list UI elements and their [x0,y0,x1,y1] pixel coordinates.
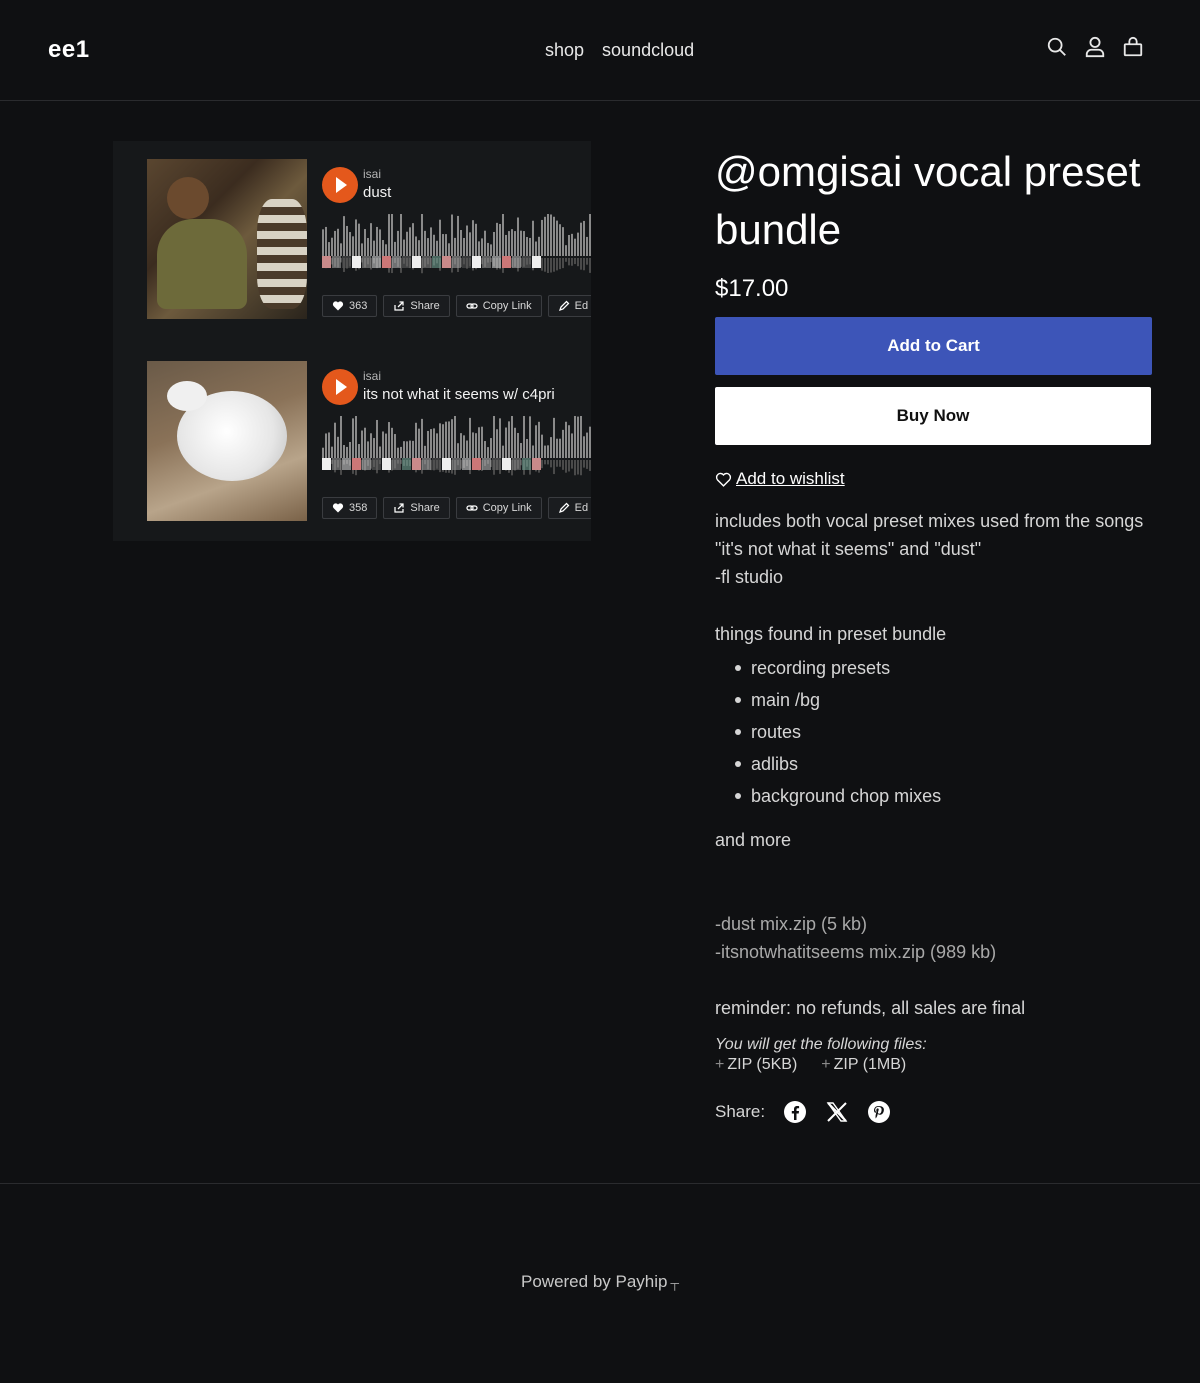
link-icon [466,505,478,511]
track-title[interactable]: dust [363,184,391,201]
track-artist[interactable]: isai [363,167,381,181]
file-list: + ZIP (5KB) + ZIP (1MB) [715,1056,1165,1074]
file-label: ZIP (1MB) [833,1056,907,1073]
found-list: recording presets main /bg routes adlibs… [735,652,1165,812]
copy-link-button[interactable]: Copy Link [455,295,542,317]
edit-button[interactable]: Ed [547,497,591,519]
powered-by-link[interactable]: Powered by Payhip [521,1272,667,1291]
site-header: ee1 shop soundcloud [0,0,1200,101]
list-item: main /bg [735,684,1165,716]
desc-line: -fl studio [715,567,784,587]
track-actions: 363 Share Copy Link Ed [322,295,591,317]
cart-icon[interactable] [1122,36,1144,60]
files-heading: You will get the following files: [715,1036,927,1053]
copy-link-label: Copy Link [482,502,532,514]
heart-icon [332,301,344,311]
file-item: + ZIP (5KB) [715,1056,797,1074]
track-artwork[interactable] [147,159,307,319]
comment-thumbnails [322,458,591,472]
link-icon [466,303,478,309]
nav-shop[interactable]: shop [545,40,584,61]
powered-by: Powered by Payhip ┬ [0,1272,1200,1292]
heart-icon [332,503,344,513]
plus-icon: + [715,1056,725,1073]
share-icon [394,503,404,513]
like-count: 358 [349,502,368,514]
file-item: + ZIP (1MB) [821,1056,906,1074]
track-artwork[interactable] [147,361,307,521]
comment-thumbnails [322,256,591,270]
soundcloud-track: isai its not what it seems w/ c4pri 358 … [147,361,591,521]
file-line: -dust mix.zip (5 kb) [715,914,868,934]
edit-button[interactable]: Ed [547,295,591,317]
heart-outline-icon [715,472,732,487]
nav-soundcloud[interactable]: soundcloud [602,40,694,61]
pencil-icon [558,502,570,513]
product-description: includes both vocal preset mixes used fr… [715,507,1165,1022]
product-price: $17.00 [715,275,789,302]
pencil-icon [558,300,570,311]
main-nav: shop soundcloud [545,40,694,61]
account-icon[interactable] [1084,36,1106,60]
share-bar: Share: [715,1100,1165,1124]
product-details: @omgisai vocal preset bundle $17.00 Add … [715,141,1165,1124]
payhip-logo-icon: ┬ [670,1276,679,1290]
file-label: ZIP (5KB) [727,1056,798,1073]
like-count: 363 [349,300,368,312]
track-title[interactable]: its not what it seems w/ c4pri [363,386,555,403]
desc-line: includes both vocal preset mixes used fr… [715,511,1144,559]
edit-label: Ed [574,300,589,312]
like-button[interactable]: 363 [322,295,378,317]
share-label: Share: [715,1102,766,1121]
list-item: adlibs [735,748,1165,780]
play-button[interactable] [322,369,358,405]
copy-link-button[interactable]: Copy Link [455,497,542,519]
list-item: routes [735,716,1165,748]
site-logo[interactable]: ee1 [48,36,90,64]
x-twitter-icon[interactable] [825,1100,849,1124]
buy-now-button[interactable]: Buy Now [715,387,1151,445]
plus-icon: + [821,1056,831,1073]
list-item: recording presets [735,652,1165,684]
product-media: isai dust 363 Share Copy Link Ed isai it… [113,141,591,541]
pinterest-icon[interactable] [867,1100,891,1124]
add-to-wishlist-link[interactable]: Add to wishlist [715,469,1165,489]
track-artist[interactable]: isai [363,369,381,383]
footer-divider [0,1183,1200,1184]
found-heading: things found in preset bundle [715,624,947,644]
share-button[interactable]: Share [383,295,450,317]
soundcloud-track: isai dust 363 Share Copy Link Ed [147,159,591,319]
like-button[interactable]: 358 [322,497,378,519]
add-to-cart-button[interactable]: Add to Cart [715,317,1152,375]
product-title: @omgisai vocal preset bundle [715,148,1141,253]
play-button[interactable] [322,167,358,203]
share-label: Share [410,300,440,312]
reminder: reminder: no refunds, all sales are fina… [715,998,1026,1018]
share-label: Share [410,502,440,514]
search-icon[interactable] [1046,36,1068,60]
header-icons [1046,36,1144,60]
facebook-icon[interactable] [783,1100,807,1124]
edit-label: Ed [574,502,589,514]
share-button[interactable]: Share [383,497,450,519]
wishlist-label: Add to wishlist [736,469,845,488]
copy-link-label: Copy Link [482,300,532,312]
list-item: background chop mixes [735,780,1165,812]
share-icon [394,301,404,311]
file-line: -itsnotwhatitseems mix.zip (989 kb) [715,942,997,962]
track-actions: 358 Share Copy Link Ed [322,497,591,519]
and-more: and more [715,830,792,850]
